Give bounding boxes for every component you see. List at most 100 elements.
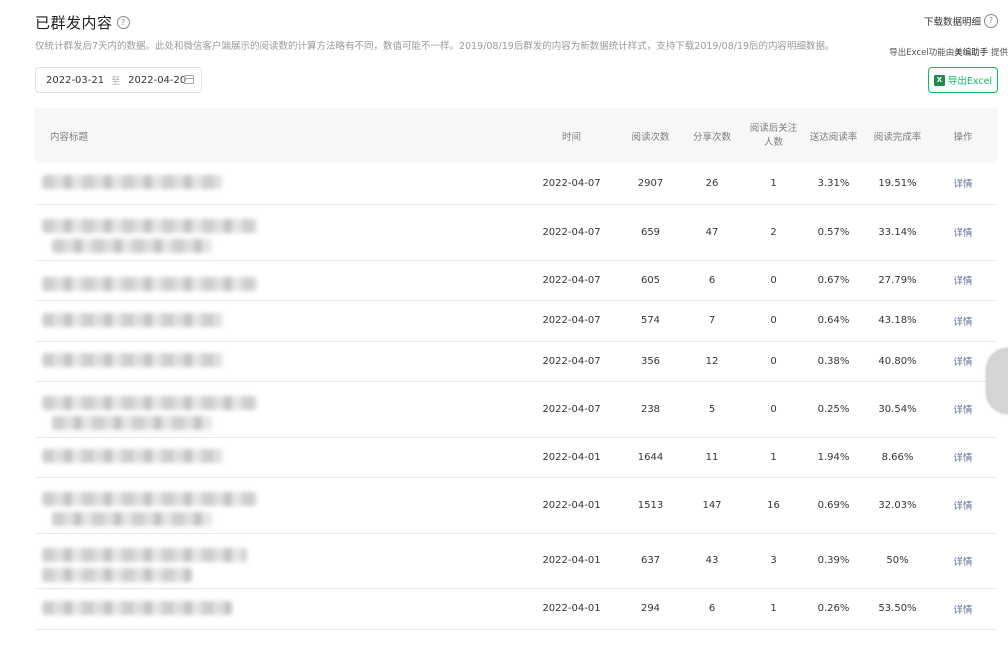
content-title-cell[interactable] bbox=[35, 204, 520, 261]
cell-action: 详情 bbox=[929, 533, 997, 589]
col-title: 内容标题 bbox=[35, 108, 520, 163]
cell-delivery-rate: 3.31% bbox=[801, 163, 866, 205]
blurred-title bbox=[42, 211, 272, 253]
cell-reads: 1513 bbox=[623, 477, 678, 534]
table-row: 2022-04-01 1513 147 16 0.69% 32.03% 详情 bbox=[35, 477, 997, 534]
table-row: 2022-04-07 2907 26 1 3.31% 19.51% 详情 bbox=[35, 163, 997, 205]
cell-delivery-rate: 1.94% bbox=[801, 437, 866, 478]
content-title-cell[interactable] bbox=[35, 381, 520, 438]
table-row: 2022-04-07 605 6 0 0.67% 27.79% 详情 bbox=[35, 260, 997, 301]
export-excel-button[interactable]: X 导出Excel bbox=[928, 67, 998, 93]
cell-reads: 637 bbox=[623, 533, 678, 589]
help-icon[interactable]: ? bbox=[984, 14, 998, 28]
cell-shares: 47 bbox=[678, 204, 746, 261]
end-date[interactable]: 2022-04-20 bbox=[128, 75, 186, 86]
date-separator: 至 bbox=[111, 76, 121, 87]
content-title-cell[interactable] bbox=[35, 437, 520, 478]
export-note-brand[interactable]: 美编助手 bbox=[954, 48, 988, 58]
export-excel-label[interactable]: 导出Excel bbox=[948, 73, 992, 87]
blurred-title bbox=[42, 388, 272, 430]
col-completion-rate: 阅读完成率 bbox=[866, 108, 929, 163]
cell-shares: 6 bbox=[678, 260, 746, 301]
cell-shares: 7 bbox=[678, 300, 746, 342]
page-header: 已群发内容 ? bbox=[35, 12, 130, 33]
detail-link[interactable]: 详情 bbox=[953, 501, 972, 512]
cell-shares: 11 bbox=[678, 437, 746, 478]
cell-delivery-rate: 0.38% bbox=[801, 341, 866, 382]
cell-shares: 12 bbox=[678, 341, 746, 382]
detail-link[interactable]: 详情 bbox=[953, 276, 972, 287]
blurred-title bbox=[42, 268, 272, 292]
content-table: 内容标题 时间 阅读次数 分享次数 阅读后关注人数 送达阅读率 阅读完成率 操作… bbox=[35, 108, 997, 630]
cell-follows: 1 bbox=[746, 588, 801, 630]
content-title-cell[interactable] bbox=[35, 533, 520, 589]
cell-time: 2022-04-01 bbox=[520, 437, 623, 478]
table-row: 2022-04-01 294 6 1 0.26% 53.50% 详情 bbox=[35, 588, 997, 630]
blurred-title bbox=[42, 445, 272, 469]
blurred-title bbox=[42, 484, 272, 526]
cell-reads: 605 bbox=[623, 260, 678, 301]
table-row: 2022-04-01 637 43 3 0.39% 50% 详情 bbox=[35, 533, 997, 589]
cell-time: 2022-04-07 bbox=[520, 204, 623, 261]
scroll-handle[interactable] bbox=[986, 348, 1008, 414]
content-title-cell[interactable] bbox=[35, 588, 520, 630]
blurred-title bbox=[42, 597, 272, 621]
detail-link[interactable]: 详情 bbox=[953, 605, 972, 616]
start-date[interactable]: 2022-03-21 bbox=[46, 75, 104, 86]
cell-shares: 147 bbox=[678, 477, 746, 534]
content-title-cell[interactable] bbox=[35, 341, 520, 382]
cell-time: 2022-04-07 bbox=[520, 300, 623, 342]
cell-action: 详情 bbox=[929, 300, 997, 342]
cell-completion-rate: 53.50% bbox=[866, 588, 929, 630]
cell-time: 2022-04-01 bbox=[520, 588, 623, 630]
download-detail-link[interactable]: 下载数据明细 ? bbox=[924, 14, 998, 28]
cell-completion-rate: 30.54% bbox=[866, 381, 929, 438]
detail-link[interactable]: 详情 bbox=[953, 557, 972, 568]
detail-link[interactable]: 详情 bbox=[953, 228, 972, 239]
cell-shares: 26 bbox=[678, 163, 746, 205]
cell-time: 2022-04-07 bbox=[520, 260, 623, 301]
content-title-cell[interactable] bbox=[35, 300, 520, 342]
col-shares: 分享次数 bbox=[678, 108, 746, 163]
col-reads: 阅读次数 bbox=[623, 108, 678, 163]
cell-completion-rate: 27.79% bbox=[866, 260, 929, 301]
cell-reads: 574 bbox=[623, 300, 678, 342]
col-time: 时间 bbox=[520, 108, 623, 163]
content-title-cell[interactable] bbox=[35, 260, 520, 301]
download-detail-label[interactable]: 下载数据明细 bbox=[924, 14, 981, 28]
blurred-title bbox=[42, 540, 272, 582]
cell-delivery-rate: 0.67% bbox=[801, 260, 866, 301]
cell-action: 详情 bbox=[929, 260, 997, 301]
col-follows: 阅读后关注人数 bbox=[746, 108, 801, 163]
cell-delivery-rate: 0.26% bbox=[801, 588, 866, 630]
table-header: 内容标题 时间 阅读次数 分享次数 阅读后关注人数 送达阅读率 阅读完成率 操作 bbox=[35, 108, 997, 163]
cell-delivery-rate: 0.69% bbox=[801, 477, 866, 534]
blurred-title bbox=[42, 349, 272, 373]
content-title-cell[interactable] bbox=[35, 163, 520, 205]
cell-follows: 0 bbox=[746, 341, 801, 382]
cell-delivery-rate: 0.25% bbox=[801, 381, 866, 438]
cell-completion-rate: 33.14% bbox=[866, 204, 929, 261]
cell-delivery-rate: 0.64% bbox=[801, 300, 866, 342]
detail-link[interactable]: 详情 bbox=[953, 405, 972, 416]
blurred-title bbox=[42, 171, 272, 195]
cell-completion-rate: 50% bbox=[866, 533, 929, 589]
detail-link[interactable]: 详情 bbox=[953, 179, 972, 190]
cell-reads: 659 bbox=[623, 204, 678, 261]
detail-link[interactable]: 详情 bbox=[953, 453, 972, 464]
cell-follows: 0 bbox=[746, 300, 801, 342]
export-note: 导出Excel功能由美编助手 提供 bbox=[889, 46, 1008, 58]
cell-action: 详情 bbox=[929, 588, 997, 630]
detail-link[interactable]: 详情 bbox=[953, 357, 972, 368]
page-title: 已群发内容 bbox=[35, 14, 113, 32]
content-title-cell[interactable] bbox=[35, 477, 520, 534]
calendar-icon[interactable] bbox=[184, 75, 194, 84]
cell-completion-rate: 32.03% bbox=[866, 477, 929, 534]
cell-completion-rate: 43.18% bbox=[866, 300, 929, 342]
table-row: 2022-04-07 659 47 2 0.57% 33.14% 详情 bbox=[35, 204, 997, 261]
help-icon[interactable]: ? bbox=[116, 16, 130, 29]
cell-reads: 238 bbox=[623, 381, 678, 438]
cell-follows: 1 bbox=[746, 437, 801, 478]
date-range-picker[interactable]: 2022-03-21 至 2022-04-20 bbox=[35, 67, 202, 93]
detail-link[interactable]: 详情 bbox=[953, 317, 972, 328]
